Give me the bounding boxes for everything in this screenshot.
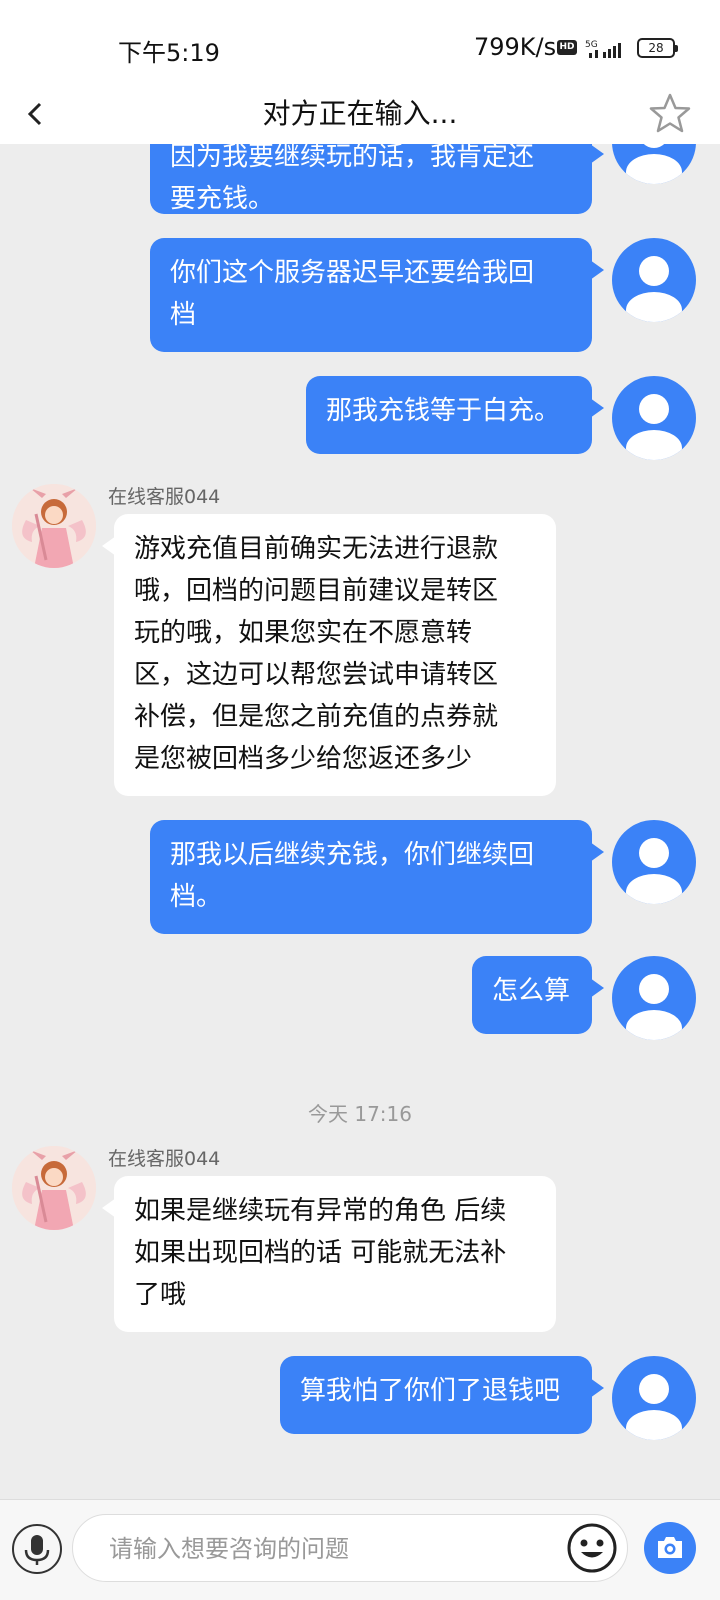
message-line: 要充钱。 (170, 184, 275, 214)
message-line: 那我充钱等于白充。 (326, 396, 561, 426)
message-line: 档 (170, 300, 197, 330)
message-bubble: 因为我要继续玩的话，我肯定还 要充钱。 (150, 144, 604, 214)
message-input-field[interactable] (72, 1514, 628, 1583)
message-line: 你们这个服务器迟早还要给我回 (170, 258, 535, 288)
message-line: 档。 (170, 882, 223, 912)
smiley-face-icon[interactable] (566, 1522, 618, 1574)
message-bubble: 算我怕了你们了退钱吧 (280, 1356, 604, 1434)
nav-bar: 对方正在输入... (0, 92, 720, 144)
avatar[interactable] (612, 1356, 696, 1440)
message-line: 那我以后继续充钱，你们继续回 (170, 840, 535, 870)
chat-area[interactable]: 因为我要继续玩的话，我肯定还 要充钱。 你们这个服务器迟早还要给我回 档 那我充… (0, 144, 720, 1499)
message-line: 玩的哦，如果您实在不愿意转 (134, 618, 473, 648)
message-bubble: 你们这个服务器迟早还要给我回 档 (150, 238, 604, 352)
message-line: 补偿，但是您之前充值的点券就 (134, 702, 499, 732)
microphone-icon[interactable] (12, 1524, 62, 1574)
avatar[interactable] (612, 820, 696, 904)
network-type: 5G (585, 40, 598, 50)
status-bar: 下午5:19 799K/s HD 5G 28 (0, 0, 720, 92)
message-line: 了哦 (134, 1280, 187, 1310)
network-speed: 799K/s (474, 33, 557, 61)
message-bubble: 怎么算 (472, 956, 604, 1034)
message-line: 游戏充值目前确实无法进行退款 (134, 534, 499, 564)
signal-icon: 5G (585, 40, 621, 58)
message-line: 区，这边可以帮您尝试申请转区 (134, 660, 499, 690)
message-line: 算我怕了你们了退钱吧 (300, 1376, 561, 1406)
page-title: 对方正在输入... (262, 97, 458, 130)
message-line: 如果出现回档的话 可能就无法补 (134, 1238, 507, 1268)
avatar[interactable] (612, 144, 696, 184)
agent-name: 在线客服044 (108, 1148, 221, 1170)
agent-avatar[interactable] (12, 484, 96, 568)
camera-icon[interactable] (644, 1522, 696, 1574)
avatar[interactable] (612, 956, 696, 1040)
message-line: 怎么算 (492, 976, 571, 1006)
timestamp: 今天 17:16 (308, 1102, 412, 1126)
input-bar (0, 1499, 720, 1600)
star-outline-icon[interactable] (648, 92, 692, 136)
avatar[interactable] (612, 376, 696, 460)
message-line: 是您被回档多少给您返还多少 (134, 744, 473, 774)
message-bubble: 那我以后继续充钱，你们继续回 档。 (150, 820, 604, 934)
message-bubble: 如果是继续玩有异常的角色 后续 如果出现回档的话 可能就无法补 了哦 (102, 1176, 556, 1332)
message-bubble: 游戏充值目前确实无法进行退款 哦，回档的问题目前建议是转区 玩的哦，如果您实在不… (102, 514, 556, 796)
agent-avatar[interactable] (12, 1146, 96, 1230)
avatar[interactable] (612, 238, 696, 322)
status-time: 下午5:19 (118, 39, 220, 67)
battery-icon: 28 (637, 38, 678, 58)
message-line: 如果是继续玩有异常的角色 后续 (134, 1196, 507, 1226)
message-bubble: 那我充钱等于白充。 (306, 376, 604, 454)
message-line: 哦，回档的问题目前建议是转区 (134, 576, 499, 606)
hd-badge: HD (557, 40, 577, 55)
message-line: 因为我要继续玩的话，我肯定还 (170, 144, 535, 172)
agent-name: 在线客服044 (108, 486, 221, 508)
message-input[interactable] (107, 1515, 551, 1583)
